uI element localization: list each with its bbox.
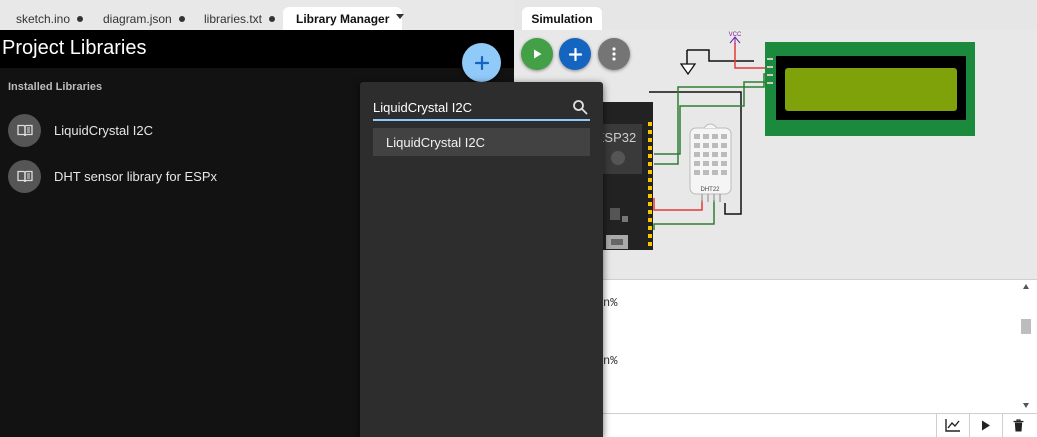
search-button[interactable] [572,99,588,115]
installed-library-item[interactable]: DHT sensor library for ESPx [8,159,338,193]
lcd-screen [785,68,957,111]
chart-icon [944,419,960,432]
tab-label: libraries.txt [204,11,263,26]
trash-icon [1013,418,1024,431]
scroll-down-arrow-icon[interactable] [1023,403,1029,408]
search-result-item[interactable]: LiquidCrystal I2C [373,128,590,156]
section-label: Installed Libraries [8,81,103,93]
tab-simulation[interactable]: Simulation [522,7,602,30]
library-name: LiquidCrystal I2C [54,122,153,138]
clear-output-button[interactable] [1002,413,1034,437]
unsaved-dot-icon [178,15,185,22]
search-box [373,96,590,121]
editor-tab-bar: sketch.ino diagram.json libraries.txt Li… [0,0,514,30]
play-icon [981,420,990,430]
dht22-label: DHT22 [700,187,720,193]
add-part-button[interactable] [559,38,591,70]
unsaved-dot-icon [269,15,276,22]
serial-output-line: n% [603,296,618,310]
app-window: sketch.ino diagram.json libraries.txt Li… [0,0,1037,437]
serial-output-line: n% [603,354,618,368]
tab-label: diagram.json [103,11,172,26]
scrollbar-thumb[interactable] [1021,319,1031,334]
search-icon [573,100,588,115]
scroll-up-arrow-icon[interactable] [1023,284,1029,289]
more-vert-icon [612,47,616,61]
plotter-button[interactable] [936,413,968,437]
book-icon [8,113,41,147]
library-name: DHT sensor library for ESPx [54,168,218,184]
book-icon [8,159,41,193]
page-title: Project Libraries [2,37,147,59]
more-options-button[interactable] [598,38,630,70]
play-icon [534,49,542,59]
unsaved-dot-icon [77,15,84,22]
installed-library-item[interactable]: LiquidCrystal I2C [8,113,338,147]
tab-library-manager[interactable]: Library Manager [283,7,403,30]
library-search-panel: LiquidCrystal I2C [360,82,603,437]
start-simulation-button[interactable] [521,38,553,70]
tab-label: Library Manager [296,11,390,26]
tab-sketch-ino[interactable]: sketch.ino [16,7,84,30]
ground-icon [679,63,697,76]
tab-diagram-json[interactable]: diagram.json [103,7,185,30]
add-library-button[interactable] [462,43,501,82]
tab-libraries-txt[interactable]: libraries.txt [204,7,276,30]
plus-icon [474,55,489,70]
library-search-input[interactable] [373,96,563,118]
tab-label: sketch.ino [16,11,71,26]
serial-play-button[interactable] [969,413,1001,437]
tab-menu-caret-icon[interactable] [396,14,404,19]
serial-scrollbar[interactable] [1019,282,1033,408]
plus-icon [568,47,582,61]
